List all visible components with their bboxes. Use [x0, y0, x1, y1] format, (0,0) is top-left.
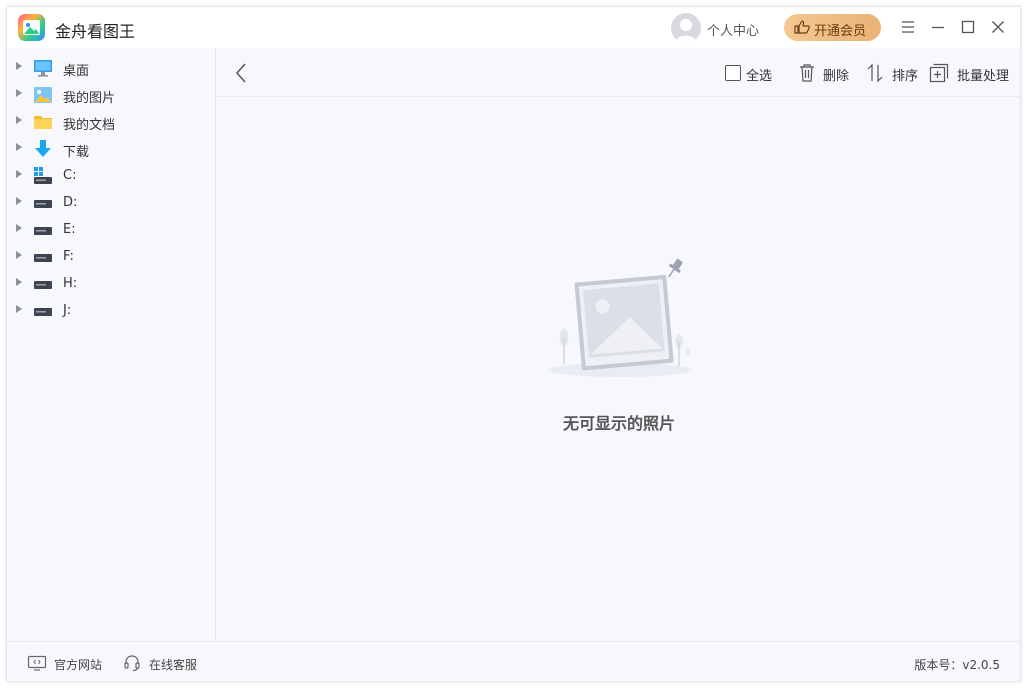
- system-drive-icon: [33, 166, 53, 186]
- sidebar-item-label: 我的文档: [63, 118, 116, 133]
- sidebar-item-label: E:: [63, 222, 76, 237]
- user-center-link[interactable]: 个人中心: [707, 20, 759, 39]
- maximize-icon[interactable]: [959, 18, 977, 36]
- desktop-icon: [33, 58, 53, 78]
- vip-button-label: 开通会员: [814, 23, 867, 38]
- app-title: 金舟看图王: [55, 22, 136, 41]
- folder-tree-sidebar: 桌面 我的图片 我的文档 下载 C: D: E: F: H: J:: [7, 48, 216, 641]
- pictures-folder-icon: [33, 85, 53, 105]
- sort-button[interactable]: 排序: [866, 62, 924, 84]
- back-arrow-icon[interactable]: [232, 62, 250, 84]
- batch-process-button[interactable]: 批量处理: [929, 62, 1013, 84]
- trash-icon: [800, 64, 814, 82]
- avatar[interactable]: [671, 13, 701, 43]
- drive-icon: [33, 247, 53, 267]
- online-support-label: 在线客服: [149, 658, 198, 672]
- expand-caret-icon[interactable]: [16, 251, 22, 259]
- empty-state-message: 无可显示的照片: [562, 414, 675, 433]
- delete-label: 删除: [823, 69, 850, 84]
- sidebar-item-drive-f[interactable]: F:: [7, 243, 216, 270]
- expand-caret-icon[interactable]: [16, 62, 22, 70]
- documents-folder-icon: [33, 112, 53, 132]
- sidebar-item-drive-e[interactable]: E:: [7, 216, 216, 243]
- expand-caret-icon[interactable]: [16, 197, 22, 205]
- expand-caret-icon[interactable]: [16, 116, 22, 124]
- drive-icon: [33, 274, 53, 294]
- sidebar-item-my-documents[interactable]: 我的文档: [7, 108, 216, 135]
- headset-icon: [124, 655, 140, 672]
- minimize-icon[interactable]: [929, 18, 947, 36]
- sidebar-item-desktop[interactable]: 桌面: [7, 54, 216, 81]
- sort-label: 排序: [892, 69, 919, 84]
- expand-caret-icon[interactable]: [16, 143, 22, 151]
- title-bar[interactable]: 金舟看图王 个人中心 开通会员: [7, 7, 1020, 48]
- sidebar-item-label: 桌面: [63, 64, 90, 79]
- expand-caret-icon[interactable]: [16, 305, 22, 313]
- drive-icon: [33, 301, 53, 321]
- delete-button[interactable]: 删除: [798, 62, 854, 84]
- sort-icon: [867, 63, 883, 83]
- select-all-label: 全选: [746, 69, 773, 84]
- expand-caret-icon[interactable]: [16, 89, 22, 97]
- empty-photo-illustration: [538, 248, 698, 383]
- photo-browser-main: 全选 删除 排序 批量处理 无可显示的照片: [216, 48, 1020, 641]
- status-footer: 官方网站 在线客服 版本号：v2.0.5: [7, 641, 1020, 681]
- sidebar-item-label: C:: [63, 168, 77, 183]
- main-toolbar: 全选 删除 排序 批量处理: [216, 48, 1020, 97]
- app-logo-icon: [18, 14, 45, 41]
- official-website-link[interactable]: 官方网站: [27, 654, 107, 672]
- sidebar-item-label: H:: [63, 276, 78, 291]
- sidebar-item-label: 下载: [63, 145, 90, 160]
- sidebar-item-label: F:: [63, 249, 74, 264]
- sidebar-item-label: D:: [63, 195, 78, 210]
- expand-caret-icon[interactable]: [16, 278, 22, 286]
- drive-icon: [33, 220, 53, 240]
- monitor-icon: [27, 655, 47, 671]
- sidebar-item-my-pictures[interactable]: 我的图片: [7, 81, 216, 108]
- download-icon: [33, 139, 53, 159]
- expand-caret-icon[interactable]: [16, 224, 22, 232]
- batch-label: 批量处理: [957, 69, 1010, 84]
- sidebar-item-label: J:: [63, 303, 72, 318]
- official-website-label: 官方网站: [54, 658, 103, 672]
- sidebar-item-drive-h[interactable]: H:: [7, 270, 216, 297]
- version-label: 版本号：v2.0.5: [914, 658, 1000, 672]
- select-all-checkbox[interactable]: 全选: [725, 62, 777, 84]
- sidebar-item-label: 我的图片: [63, 91, 116, 106]
- expand-caret-icon[interactable]: [16, 170, 22, 178]
- online-support-link[interactable]: 在线客服: [123, 654, 203, 672]
- checkbox-box[interactable]: [725, 65, 741, 81]
- sidebar-item-downloads[interactable]: 下载: [7, 135, 216, 162]
- vip-button[interactable]: 开通会员: [784, 14, 881, 41]
- sidebar-item-drive-c[interactable]: C:: [7, 162, 216, 189]
- close-icon[interactable]: [989, 18, 1007, 36]
- thumb-up-icon: [794, 20, 810, 34]
- app-window: 金舟看图王 个人中心 开通会员 桌面 我的图片 我的文档 下载 C: D: E:…: [6, 6, 1021, 682]
- batch-icon: [929, 63, 949, 83]
- sidebar-item-drive-d[interactable]: D:: [7, 189, 216, 216]
- sidebar-item-drive-j[interactable]: J:: [7, 297, 216, 324]
- drive-icon: [33, 193, 53, 213]
- menu-icon[interactable]: [899, 18, 917, 36]
